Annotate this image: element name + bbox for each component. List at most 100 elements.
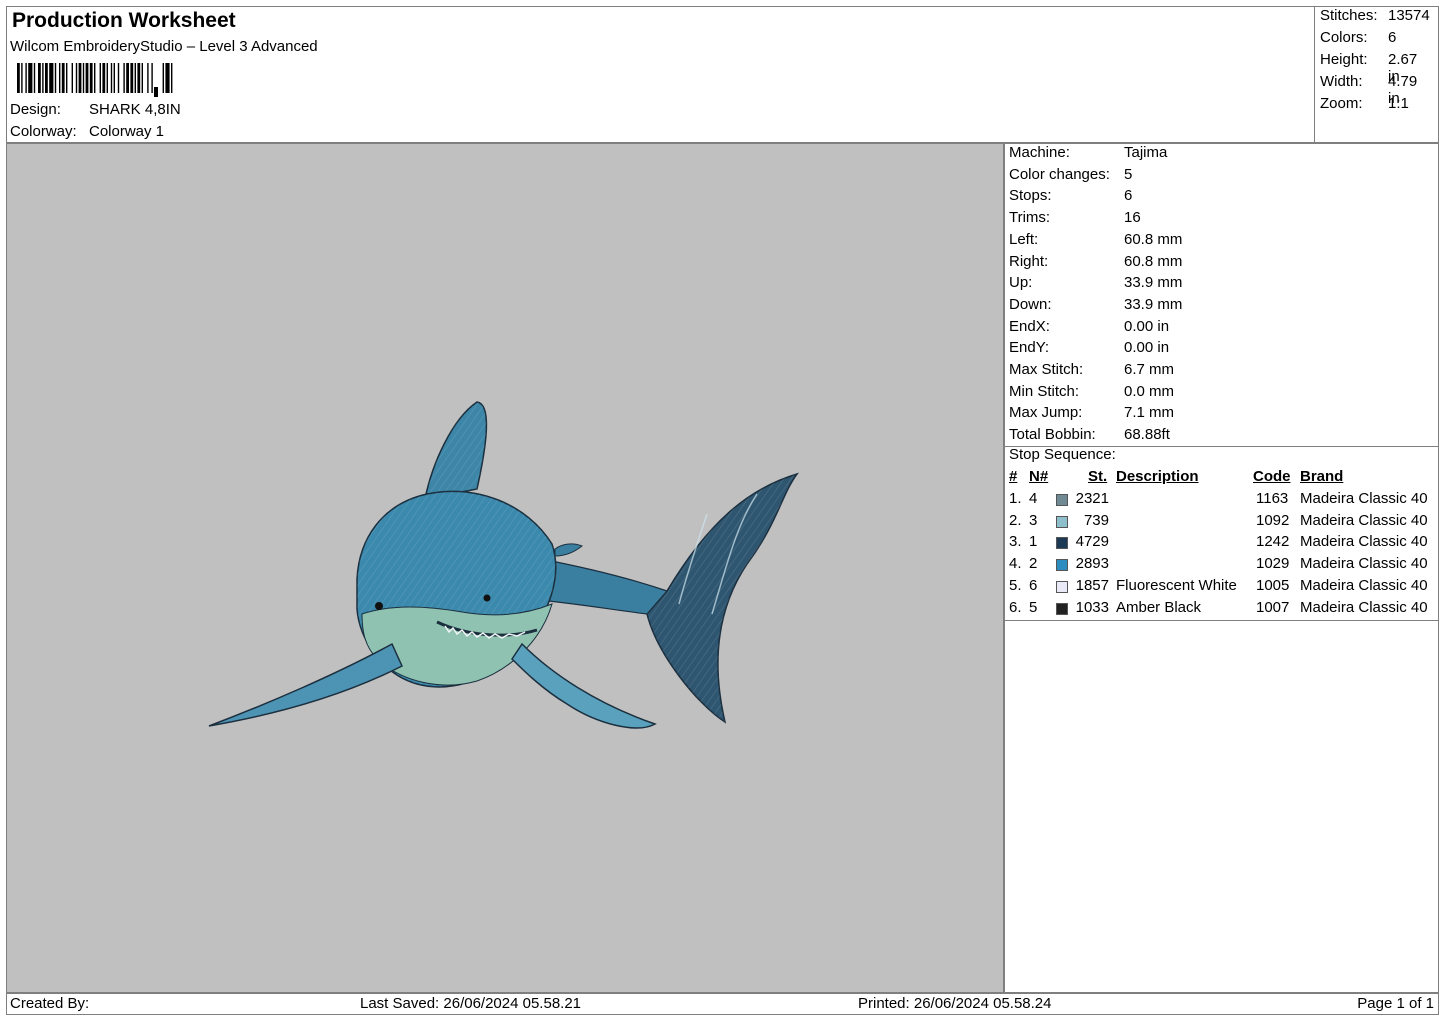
machine-info-value: 33.9 mm [1124, 295, 1183, 313]
col-header-st: St. [1088, 468, 1108, 485]
stitch-count: 4729 [1075, 533, 1109, 551]
machine-info-row: Color changes: 5 [1009, 165, 1132, 183]
machine-info-value: 60.8 mm [1124, 230, 1183, 248]
machine-info-label: Stops: [1009, 187, 1052, 205]
worksheet-header: Production Worksheet Wilcom EmbroiderySt… [6, 6, 1439, 143]
machine-info-value: 33.9 mm [1124, 274, 1183, 292]
machine-info-value: 7.1 mm [1124, 404, 1175, 422]
machine-info-label: EndX: [1009, 317, 1050, 335]
col-header-num: # [1009, 468, 1018, 485]
needle-number: 6 [1029, 576, 1038, 594]
color-swatch [1056, 580, 1068, 593]
machine-info-label: Right: [1009, 252, 1049, 270]
colors-value: 6 [1388, 29, 1397, 46]
thread-brand: Madeira Classic 40 [1300, 576, 1428, 594]
machine-info-label: Up: [1009, 274, 1033, 292]
stitches-value: 13574 [1388, 7, 1430, 24]
thread-description: Amber Black [1116, 598, 1202, 616]
machine-info-row: Max Jump: 7.1 mm [1009, 404, 1174, 422]
stitch-count: 1857 [1075, 576, 1109, 594]
last-saved: Last Saved: 26/06/2024 05.58.21 [360, 995, 582, 1012]
software-name: Wilcom EmbroideryStudio – Level 3 Advanc… [10, 38, 318, 55]
machine-info-label: Down: [1009, 295, 1052, 313]
machine-info-value: 68.88ft [1124, 426, 1170, 444]
machine-info-label: Max Jump: [1009, 404, 1083, 422]
height-row: Height: 2.67 in [1320, 51, 1417, 85]
row-number: 1. [1009, 490, 1022, 507]
printed-date: Printed: 26/06/2024 05.58.24 [858, 995, 1052, 1012]
colorway-label: Colorway: [10, 123, 77, 140]
machine-info-label: Left: [1009, 230, 1039, 248]
colorway-row: Colorway: Colorway 1 [7, 121, 307, 143]
machine-info-label: Color changes: [1009, 165, 1110, 183]
design-value: SHARK 4,8IN [89, 101, 181, 118]
design-label: Design: [10, 101, 61, 118]
machine-info-label: Total Bobbin: [1009, 426, 1096, 444]
divider [1005, 620, 1438, 621]
width-label: Width: [1320, 73, 1363, 90]
shark-embroidery-image [208, 401, 799, 729]
width-row: Width: 4.79 in [1320, 73, 1417, 107]
needle-number: 5 [1029, 598, 1038, 616]
col-header-brand: Brand [1300, 468, 1344, 485]
col-header-n: N# [1029, 468, 1049, 485]
needle-number: 2 [1029, 555, 1038, 573]
design-stats: Stitches: 13574 Colors: 6 Height: 2.67 i… [1314, 7, 1441, 142]
machine-info-value: 6.7 mm [1124, 361, 1175, 378]
thread-brand: Madeira Classic 40 [1300, 490, 1428, 507]
row-number: 6. [1009, 598, 1022, 616]
machine-info-value: 6 [1124, 187, 1133, 205]
stitch-count: 2893 [1075, 555, 1109, 573]
thread-brand: Madeira Classic 40 [1300, 533, 1428, 551]
page-number: Page 1 of 1 [1357, 995, 1434, 1012]
colors-label: Colors: [1320, 29, 1368, 46]
created-by: Created By: [10, 995, 90, 1012]
color-swatch [1056, 559, 1068, 572]
row-number: 3. [1009, 533, 1022, 551]
needle-number: 3 [1029, 511, 1038, 529]
barcode-image [17, 63, 173, 97]
machine-info-value: 0.00 in [1124, 339, 1170, 357]
stop-sequence-title: Stop Sequence: [1009, 446, 1116, 463]
col-header-code: Code [1253, 468, 1291, 485]
machine-info-row: Min Stitch: 0.0 mm [1009, 382, 1174, 400]
zoom-row: Zoom: 1:1 [1320, 95, 1409, 112]
machine-info-row: EndX: 0.00 in [1009, 317, 1169, 335]
col-header-description: Description [1116, 468, 1199, 485]
machine-info-row: Right: 60.8 mm [1009, 252, 1182, 270]
machine-info-value: 5 [1124, 165, 1133, 183]
worksheet-footer: Created By: Last Saved: 26/06/2024 05.58… [6, 993, 1439, 1015]
page-title: Production Worksheet [12, 9, 236, 32]
zoom-value: 1:1 [1388, 95, 1409, 112]
machine-info-row: Total Bobbin: 68.88ft [1009, 426, 1170, 444]
thread-code: 1007 [1256, 598, 1290, 616]
height-label: Height: [1320, 51, 1368, 68]
thread-code: 1092 [1256, 511, 1290, 529]
design-name-row: Design: SHARK 4,8IN [7, 99, 307, 121]
machine-info-row: Machine: Tajima [1009, 144, 1167, 161]
stitches-row: Stitches: 13574 [1320, 7, 1430, 24]
design-preview [6, 143, 1004, 993]
row-number: 2. [1009, 511, 1022, 529]
machine-info-row: Down: 33.9 mm [1009, 295, 1182, 313]
machine-info-row: Up: 33.9 mm [1009, 274, 1182, 292]
machine-info-label: Machine: [1009, 144, 1070, 161]
machine-info-value: 16 [1124, 209, 1141, 227]
color-swatch [1056, 494, 1068, 506]
machine-info-row: Left: 60.8 mm [1009, 230, 1182, 248]
needle-number: 4 [1029, 490, 1038, 507]
stitch-count: 1033 [1075, 598, 1109, 616]
machine-info-label: Max Stitch: [1009, 361, 1084, 378]
machine-info-value: 0.0 mm [1124, 382, 1175, 400]
machine-info-value: 0.00 in [1124, 317, 1170, 335]
machine-info-label: Min Stitch: [1009, 382, 1080, 400]
color-swatch [1056, 602, 1068, 615]
machine-info-value: Tajima [1124, 144, 1168, 161]
stitch-count: 739 [1083, 511, 1109, 529]
machine-info-panel: Machine: Tajima Color changes: 5 Stops: 6 Trim… [1004, 143, 1439, 993]
thread-brand: Madeira Classic 40 [1300, 511, 1428, 529]
machine-info-label: EndY: [1009, 339, 1050, 357]
zoom-label: Zoom: [1320, 95, 1363, 112]
machine-info-row: EndY: 0.00 in [1009, 339, 1169, 357]
thread-brand: Madeira Classic 40 [1300, 598, 1428, 616]
